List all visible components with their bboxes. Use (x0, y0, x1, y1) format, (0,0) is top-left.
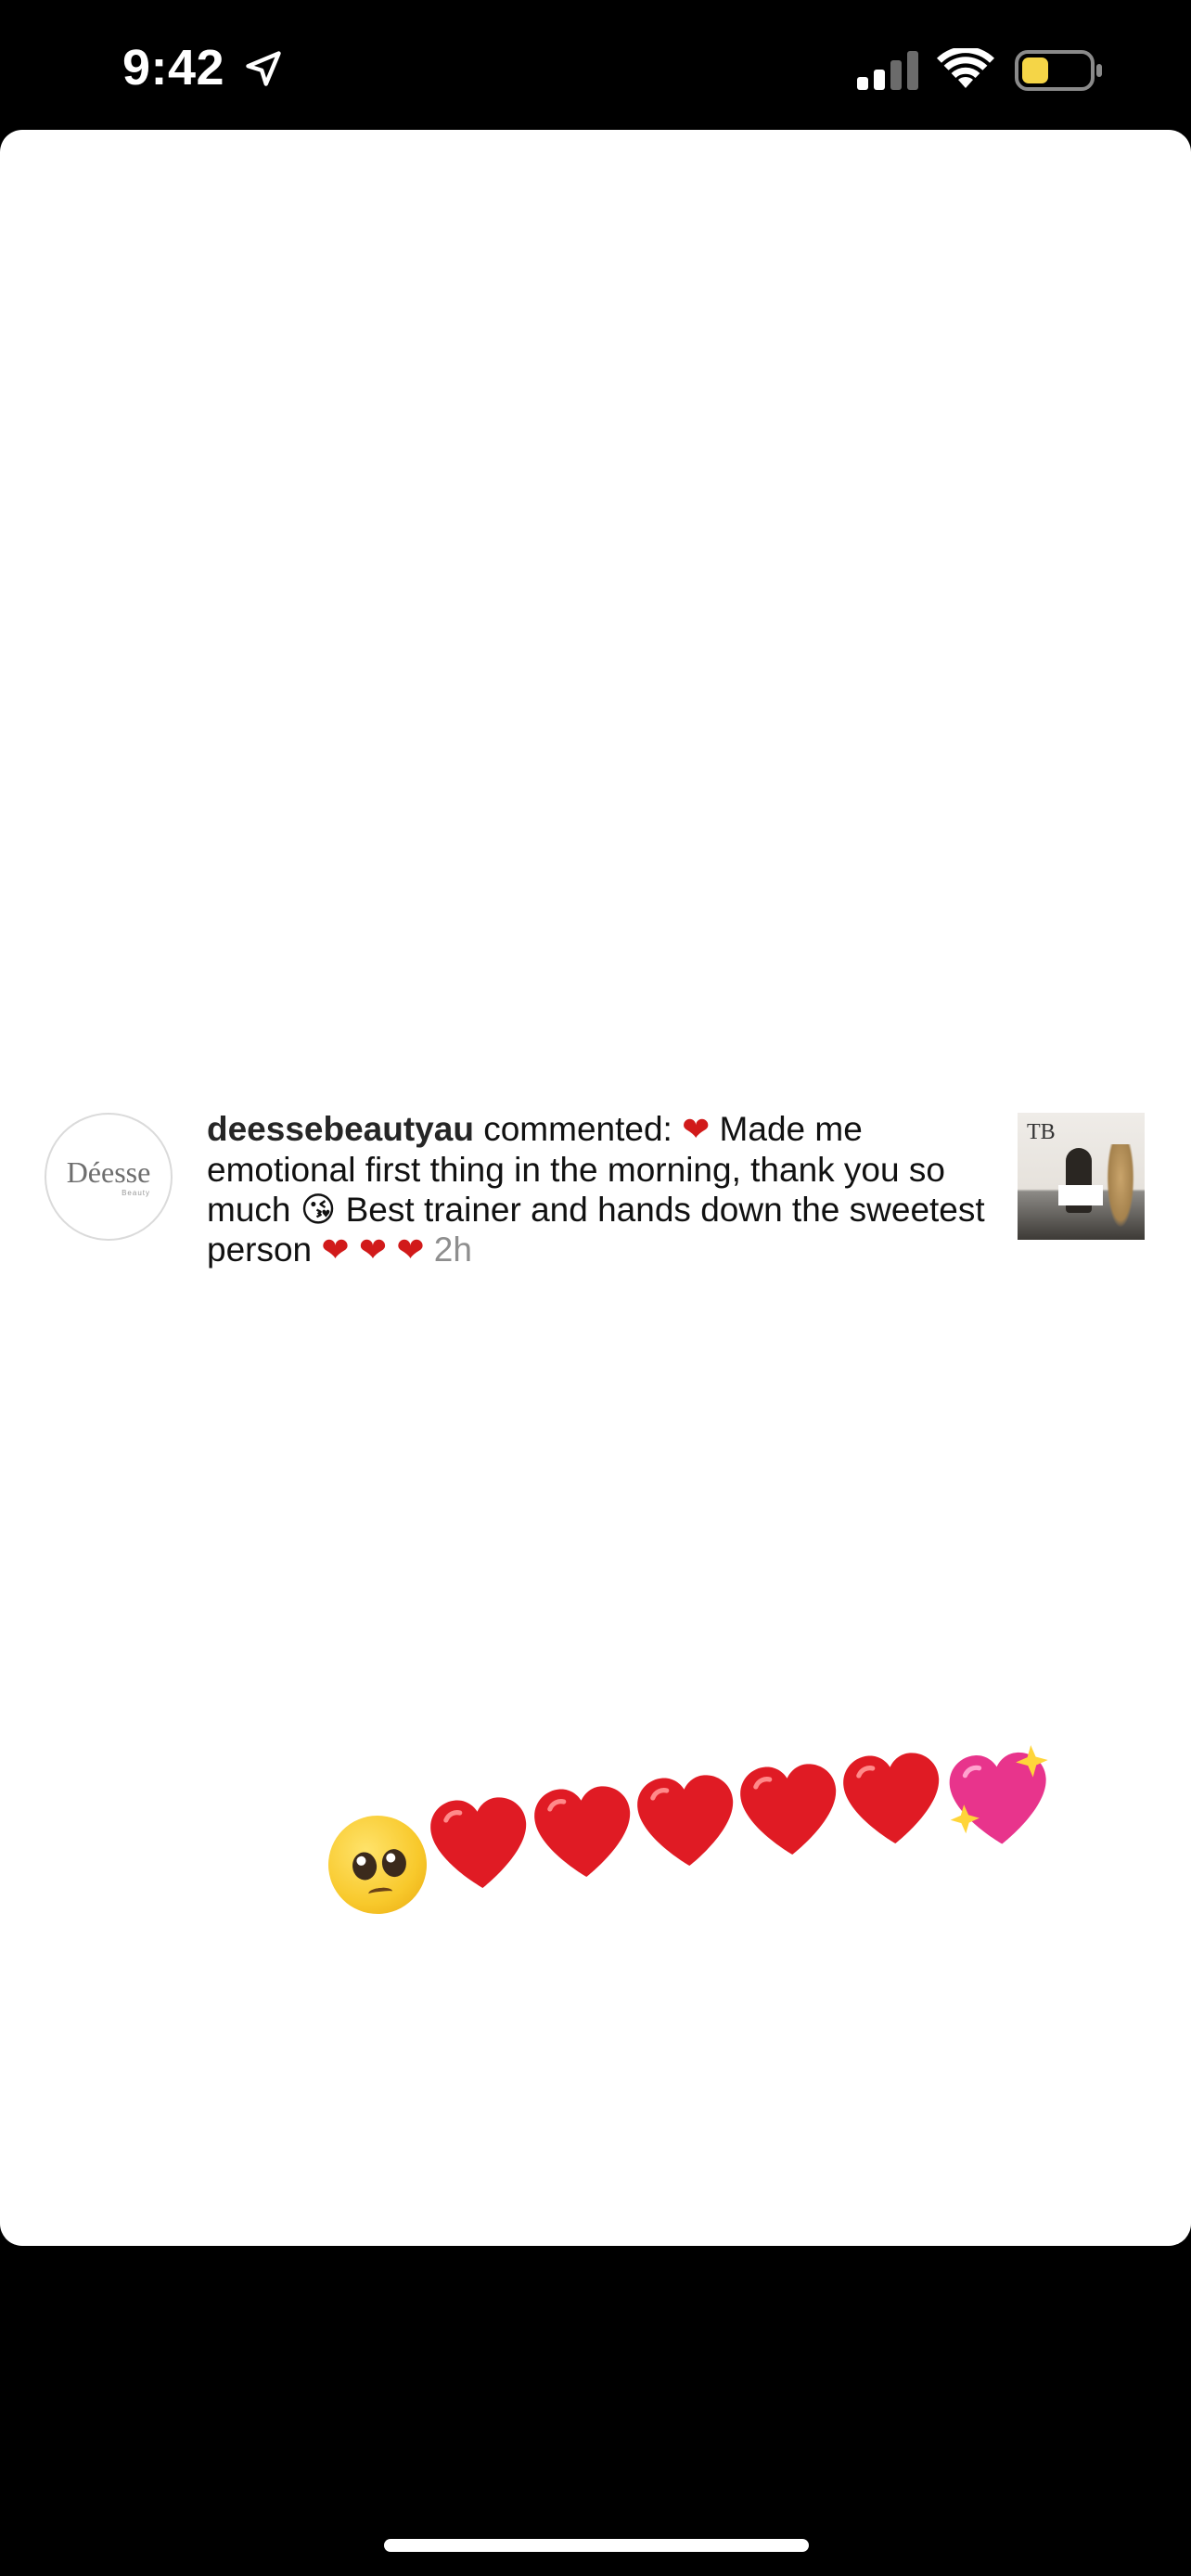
status-time: 9:42 (122, 40, 225, 96)
red-heart-icon[interactable] (839, 1747, 947, 1850)
post-thumbnail[interactable]: TB (1018, 1113, 1145, 1240)
sparkling-heart-icon[interactable] (941, 1743, 1057, 1855)
red-heart-icon[interactable] (736, 1758, 844, 1861)
comment-time: 2h (433, 1231, 472, 1269)
red-heart-icon[interactable] (633, 1769, 741, 1872)
home-indicator[interactable] (384, 2539, 809, 2552)
kissing-face-icon: 😘 (300, 1191, 337, 1229)
thumbnail-plant (1107, 1144, 1134, 1228)
status-bar: 9:42 (0, 0, 1191, 130)
red-heart-icon[interactable] (530, 1780, 638, 1883)
wifi-icon (937, 48, 994, 88)
red-heart-icon[interactable] (426, 1792, 534, 1894)
thumbnail-logo: TB (1027, 1120, 1056, 1144)
pleading-face-icon[interactable] (323, 1810, 432, 1919)
battery-icon (1015, 50, 1102, 91)
comment-text: deessebeautyau commented: ❤ Made me emot… (207, 1109, 986, 1270)
comment-username[interactable]: deessebeautyau (207, 1110, 474, 1148)
comment-action: commented: (483, 1110, 672, 1148)
screen: 9:42 Déesse Beauty deessebeautyau commen… (0, 0, 1191, 2576)
red-heart-icon: ❤ (682, 1111, 711, 1149)
thumbnail-certificate (1058, 1185, 1103, 1205)
location-arrow-icon (246, 51, 281, 86)
story-card: Déesse Beauty deessebeautyau commented: … (0, 130, 1191, 2246)
red-heart-icon: ❤ (358, 1231, 388, 1269)
cellular-signal-icon (857, 51, 918, 90)
avatar-brand-text: Déesse (66, 1154, 151, 1189)
avatar[interactable]: Déesse Beauty (45, 1113, 173, 1241)
avatar-sub-text: Beauty (122, 1188, 150, 1197)
red-heart-icon: ❤ (396, 1231, 425, 1269)
red-heart-icon: ❤ (321, 1231, 350, 1269)
